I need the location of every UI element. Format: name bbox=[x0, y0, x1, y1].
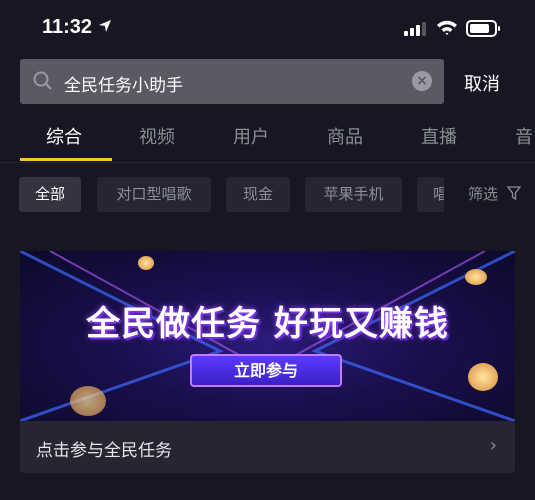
wifi-icon bbox=[437, 20, 457, 35]
active-tab-indicator bbox=[20, 158, 112, 161]
search-input[interactable]: 全民任务小助手 × bbox=[20, 59, 444, 104]
status-bar: 11:32 bbox=[0, 0, 535, 58]
join-task-link[interactable]: 点击参与全民任务 › bbox=[20, 421, 515, 473]
tab-comprehensive[interactable]: 综合 bbox=[46, 123, 82, 149]
search-tabs: 综合 视频 用户 商品 直播 音 bbox=[0, 123, 535, 163]
chip-iphone[interactable]: 苹果手机 bbox=[305, 177, 402, 212]
join-now-button[interactable]: 立即参与 bbox=[190, 354, 342, 387]
coin-decoration bbox=[138, 256, 154, 270]
tab-users[interactable]: 用户 bbox=[233, 123, 269, 149]
tab-products[interactable]: 商品 bbox=[327, 123, 363, 149]
chip-cash[interactable]: 现金 bbox=[226, 177, 290, 212]
cellular-signal-icon bbox=[404, 22, 426, 36]
clock: 11:32 bbox=[42, 16, 93, 38]
search-icon bbox=[33, 71, 52, 90]
chevron-right-icon: › bbox=[489, 435, 497, 456]
location-arrow-icon bbox=[99, 20, 111, 32]
search-query: 全民任务小助手 bbox=[64, 76, 183, 96]
promo-banner[interactable]: 全民做任务 好玩又赚钱 立即参与 bbox=[20, 251, 515, 421]
filter-icon bbox=[506, 186, 522, 201]
tab-music[interactable]: 音 bbox=[515, 123, 533, 149]
filter-button[interactable]: 筛选 bbox=[444, 177, 535, 212]
tab-live[interactable]: 直播 bbox=[421, 123, 457, 149]
clear-icon[interactable]: × bbox=[412, 71, 432, 91]
filter-label: 筛选 bbox=[468, 185, 499, 203]
chip-all[interactable]: 全部 bbox=[19, 177, 81, 212]
coin-decoration bbox=[465, 269, 487, 285]
coin-decoration bbox=[468, 363, 498, 391]
chip-lipsync[interactable]: 对口型唱歌 bbox=[97, 177, 211, 212]
join-task-label: 点击参与全民任务 bbox=[36, 441, 172, 461]
tab-video[interactable]: 视频 bbox=[139, 123, 175, 149]
coin-decoration bbox=[70, 386, 106, 416]
battery-icon bbox=[466, 20, 500, 37]
cancel-button[interactable]: 取消 bbox=[464, 70, 500, 96]
banner-title: 全民做任务 好玩又赚钱 bbox=[86, 304, 449, 344]
